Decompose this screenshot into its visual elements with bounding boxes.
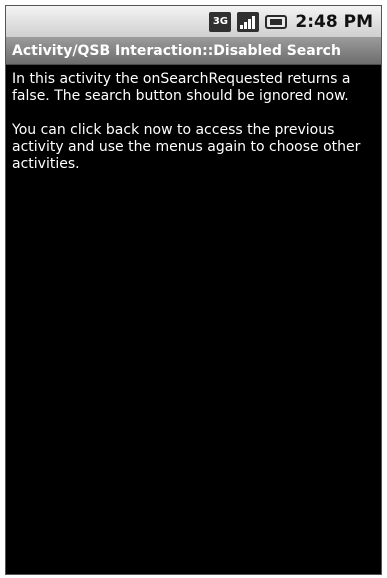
activity-content: In this activity the onSearchRequested r… bbox=[6, 65, 381, 196]
status-clock: 2:48 PM bbox=[295, 11, 373, 32]
activity-title-bar: Activity/QSB Interaction::Disabled Searc… bbox=[6, 38, 381, 65]
description-paragraph-2: You can click back now to access the pre… bbox=[12, 122, 361, 172]
activity-title: Activity/QSB Interaction::Disabled Searc… bbox=[12, 43, 341, 59]
status-bar: 3G 2:48 PM bbox=[6, 6, 381, 38]
description-paragraph-1: In this activity the onSearchRequested r… bbox=[12, 71, 351, 104]
device-screen: 3G 2:48 PM Activity/QSB Interaction::Dis… bbox=[5, 5, 382, 575]
signal-icon bbox=[237, 11, 260, 32]
battery-icon bbox=[265, 14, 288, 29]
network-3g-icon: 3G bbox=[209, 11, 232, 32]
